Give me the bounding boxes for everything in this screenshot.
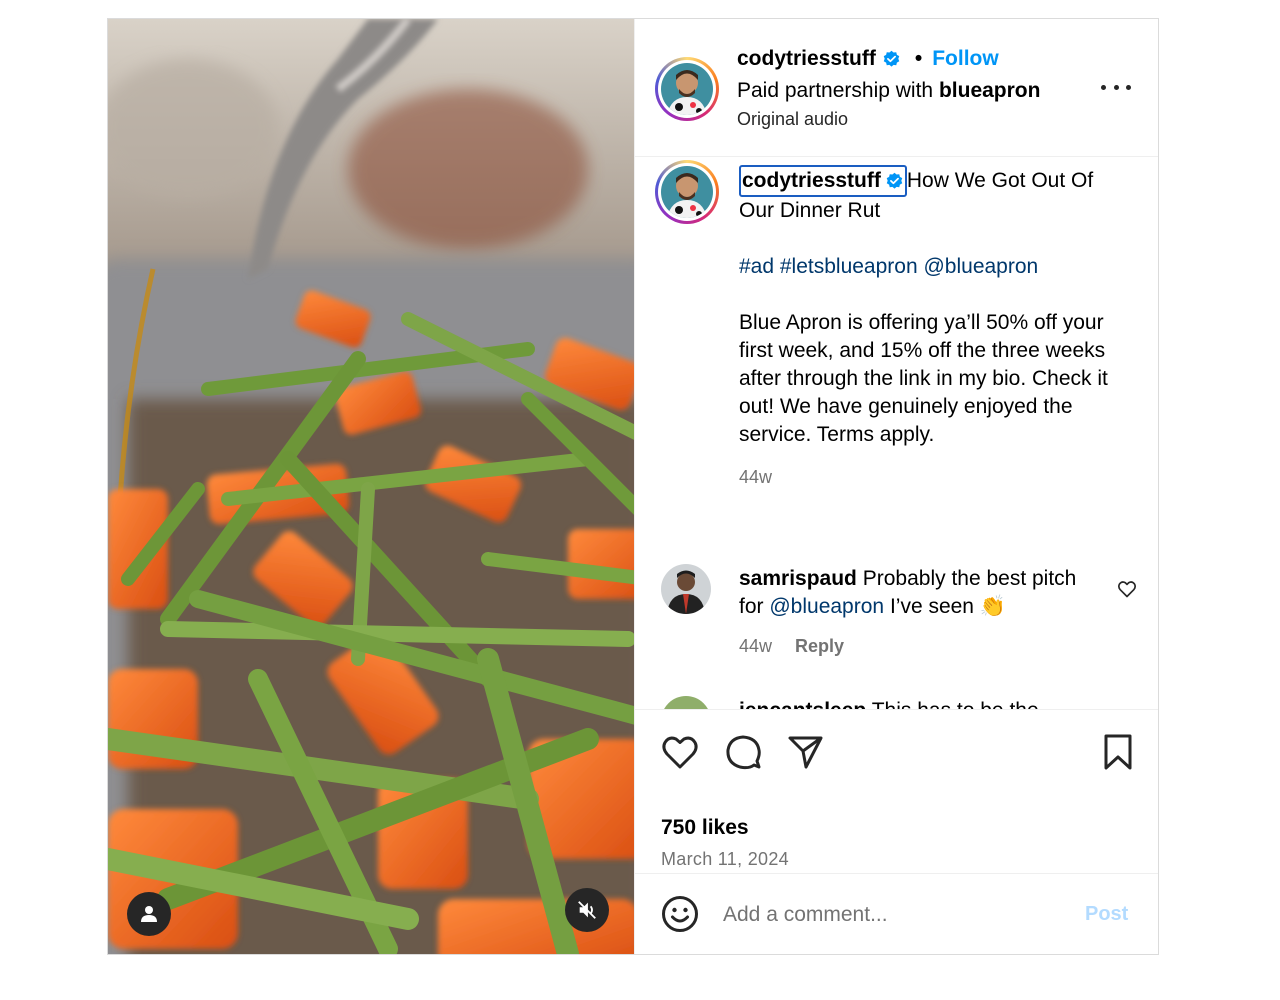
add-comment-bar: Post [635, 873, 1158, 954]
mention-link[interactable]: @blueapron [769, 595, 884, 618]
commenter-avatar[interactable] [661, 564, 711, 614]
author-line: codytriesstuff • Follow [737, 47, 999, 71]
separator-dot: • [914, 47, 923, 70]
caption-username[interactable]: codytriesstuff [739, 165, 907, 197]
post-comment-button[interactable]: Post [1085, 903, 1128, 926]
partner-link[interactable]: blueapron [939, 79, 1041, 102]
caption-hashtags[interactable]: #ad #letsblueapron @blueapron [739, 253, 1119, 281]
share-icon[interactable] [785, 732, 825, 772]
post-date: March 11, 2024 [661, 849, 789, 869]
comment-icon[interactable] [723, 732, 763, 772]
post-card: codytriesstuff • Follow Paid partnership… [107, 18, 1159, 955]
comment-input[interactable] [723, 898, 1063, 932]
caption-body: Blue Apron is offering ya’ll 50% off you… [739, 311, 1108, 446]
comments-list[interactable]: codytriesstuff How We Got Out Of Our Din… [635, 158, 1158, 709]
heart-icon[interactable] [1117, 579, 1137, 599]
bookmark-icon[interactable] [1098, 732, 1138, 772]
comment-timestamp[interactable]: 44w [739, 636, 772, 656]
comment-text: samrispaud Probably the best pitch for @… [739, 567, 1077, 618]
user-tag-icon [141, 906, 157, 922]
heart-icon[interactable] [660, 732, 700, 772]
verified-badge-icon [886, 172, 903, 189]
reply-button[interactable]: Reply [795, 636, 844, 656]
commenter-username[interactable]: jencantsleep [739, 699, 866, 709]
audio-link[interactable]: Original audio [737, 109, 848, 130]
likes-count[interactable]: 750 likes [661, 816, 749, 840]
commenter-avatar[interactable] [661, 696, 711, 709]
caption-author-avatar[interactable] [655, 160, 719, 224]
partnership-prefix: Paid partnership with [737, 79, 934, 102]
tagged-users-button[interactable] [127, 892, 171, 936]
verified-badge-icon [883, 50, 900, 67]
post-actions: 750 likes March 11, 2024 [635, 709, 1158, 875]
comment-meta: 44w Reply [739, 636, 844, 657]
profile-avatar [661, 166, 713, 218]
post-details-panel: codytriesstuff • Follow Paid partnership… [634, 19, 1158, 954]
emoji-icon[interactable] [661, 895, 699, 933]
comment-text: jencantsleep This has to be the [739, 697, 1089, 709]
video-frame-image [108, 19, 634, 954]
caption-timestamp[interactable]: 44w [739, 463, 1119, 491]
post-video[interactable] [108, 19, 634, 954]
author-username[interactable]: codytriesstuff [737, 47, 876, 71]
muted-speaker-icon [578, 901, 596, 919]
more-options-icon[interactable] [1101, 77, 1131, 97]
post-caption: codytriesstuff How We Got Out Of Our Din… [739, 165, 1119, 491]
author-avatar[interactable] [655, 57, 719, 121]
post-header: codytriesstuff • Follow Paid partnership… [635, 19, 1158, 157]
caption-first-line: codytriesstuff How We Got Out Of Our Din… [739, 165, 1119, 225]
mute-toggle-button[interactable] [565, 888, 609, 932]
commenter-username[interactable]: samrispaud [739, 567, 857, 590]
follow-button[interactable]: Follow [932, 47, 999, 71]
profile-avatar [661, 63, 713, 115]
paid-partnership-label: Paid partnership with blueapron [737, 79, 1040, 103]
